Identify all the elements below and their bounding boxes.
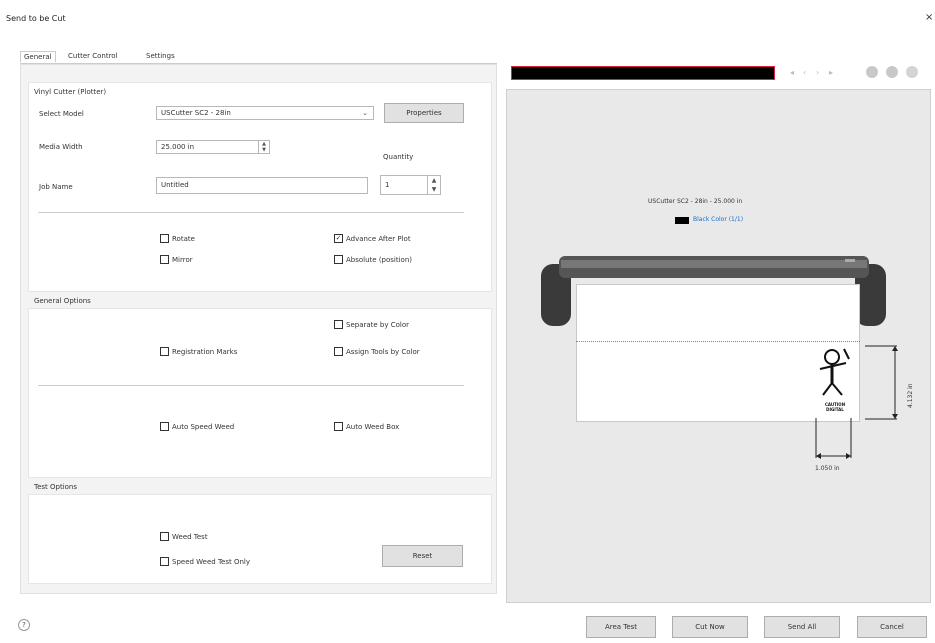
area-test-button[interactable]: Area Test — [586, 616, 656, 638]
quantity-label: Quantity — [383, 153, 414, 161]
tab-cutter-control[interactable]: Cutter Control — [68, 52, 118, 60]
next-page-icon[interactable]: › — [816, 68, 819, 77]
assign-tools-by-color-checkbox[interactable] — [334, 347, 343, 356]
rotate-label: Rotate — [172, 235, 195, 243]
rotate-checkbox[interactable] — [160, 234, 169, 243]
properties-button[interactable]: Properties — [384, 103, 464, 123]
job-name-label: Job Name — [39, 183, 73, 191]
test-options-group — [28, 494, 492, 584]
absolute-position-label: Absolute (position) — [346, 256, 413, 264]
width-dimension — [815, 418, 853, 460]
height-dimension — [865, 345, 901, 420]
separate-by-color-label: Separate by Color — [346, 321, 410, 329]
separate-by-color-checkbox[interactable] — [334, 320, 343, 329]
auto-weed-box-label: Auto Weed Box — [346, 423, 400, 431]
spin-arrows-icon[interactable]: ▲ ▼ — [258, 141, 269, 153]
tab-general[interactable]: General — [20, 51, 56, 62]
select-model-dropdown[interactable]: USCutter SC2 - 28in ⌄ — [156, 106, 374, 120]
cancel-button[interactable]: Cancel — [857, 616, 927, 638]
mirror-checkbox[interactable] — [160, 255, 169, 264]
registration-marks-checkbox[interactable] — [160, 347, 169, 356]
help-icon[interactable]: ? — [18, 619, 30, 631]
design-logo-text: CAUTION DIGITAL — [824, 402, 846, 412]
quantity-stepper[interactable]: 1 ▲ ▼ — [380, 175, 441, 195]
media-width-input[interactable]: 25.000 in ▲ ▼ — [156, 140, 270, 154]
advance-after-plot-checkbox[interactable]: ✓ — [334, 234, 343, 243]
quantity-value: 1 — [385, 181, 390, 189]
send-all-button[interactable]: Send All — [764, 616, 840, 638]
select-model-label: Select Model — [39, 110, 84, 118]
height-dimension-label: 4.132 in — [907, 383, 914, 408]
speed-weed-test-only-label: Speed Weed Test Only — [172, 558, 251, 566]
auto-weed-box-checkbox[interactable] — [334, 422, 343, 431]
prev-page-icon[interactable]: ‹ — [803, 68, 806, 77]
weed-test-label: Weed Test — [172, 533, 208, 541]
reset-button[interactable]: Reset — [382, 545, 463, 567]
color-swatch — [675, 217, 689, 224]
close-icon[interactable]: × — [925, 12, 933, 23]
zoom-out-icon[interactable] — [886, 66, 898, 78]
separator — [38, 212, 464, 213]
mirror-label: Mirror — [172, 256, 193, 264]
cutter-caption: USCutter SC2 - 28in - 25.000 in — [648, 198, 743, 205]
auto-speed-weed-checkbox[interactable] — [160, 422, 169, 431]
select-model-value: USCutter SC2 - 28in — [161, 109, 231, 117]
zoom-fit-icon[interactable] — [906, 66, 918, 78]
media-cut-line — [576, 341, 860, 342]
absolute-position-checkbox[interactable] — [334, 255, 343, 264]
general-options-group — [28, 308, 492, 478]
media-width-label: Media Width — [39, 143, 83, 151]
weed-test-checkbox[interactable] — [160, 532, 169, 541]
spin-arrows-icon[interactable]: ▲ ▼ — [427, 176, 440, 194]
media-width-value: 25.000 in — [161, 143, 195, 151]
first-page-icon[interactable]: ◂ — [790, 68, 794, 77]
width-dimension-label: 1.050 in — [815, 465, 840, 472]
cut-now-button[interactable]: Cut Now — [672, 616, 748, 638]
progress-bar — [511, 66, 775, 80]
speed-weed-test-only-checkbox[interactable] — [160, 557, 169, 566]
general-options-group-title: General Options — [34, 297, 91, 305]
last-page-icon[interactable]: ▸ — [829, 68, 833, 77]
tab-settings[interactable]: Settings — [146, 52, 175, 60]
color-layer-link[interactable]: Black Color (1/1) — [693, 216, 743, 223]
chevron-down-icon: ⌄ — [362, 109, 368, 117]
auto-speed-weed-label: Auto Speed Weed — [172, 423, 235, 431]
test-options-group-title: Test Options — [34, 483, 78, 491]
title-bar — [0, 0, 935, 36]
checkmark-icon: ✓ — [335, 234, 342, 242]
separator — [38, 385, 464, 386]
zoom-in-icon[interactable] — [866, 66, 878, 78]
window-title: Send to be Cut — [6, 14, 66, 23]
job-name-value: Untitled — [161, 181, 189, 189]
advance-after-plot-label: Advance After Plot — [346, 235, 411, 243]
registration-marks-label: Registration Marks — [172, 348, 238, 356]
assign-tools-by-color-label: Assign Tools by Color — [346, 348, 420, 356]
job-name-input[interactable]: Untitled — [156, 177, 368, 194]
vinyl-cutter-group-title: Vinyl Cutter (Plotter) — [34, 88, 107, 96]
